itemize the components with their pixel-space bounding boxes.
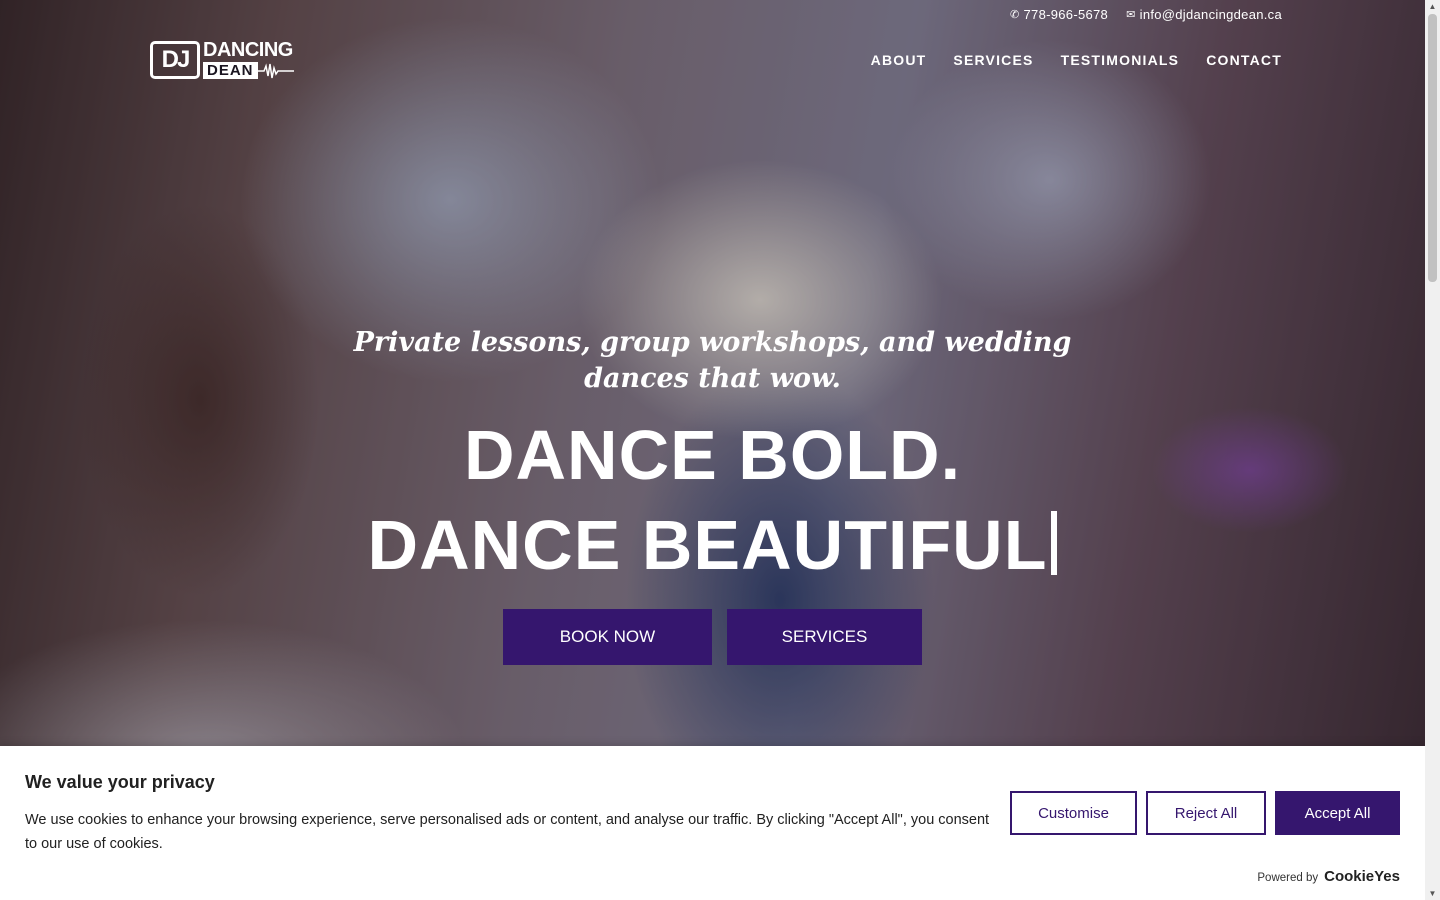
services-button[interactable]: SERVICES xyxy=(727,609,922,665)
cookieyes-logo: CookieYes xyxy=(1324,868,1400,885)
logo-line-2-wrap: DEAN xyxy=(203,62,294,79)
nav-services[interactable]: SERVICES xyxy=(953,52,1033,68)
hero-tagline-wrap: Private lessons, group workshops, and we… xyxy=(0,325,1425,397)
logo-line-2: DEAN xyxy=(203,62,258,79)
email-link[interactable]: ✉ info@djdancingdean.ca xyxy=(1126,7,1282,22)
scroll-up-icon[interactable]: ▲ xyxy=(1428,2,1437,11)
typing-cursor xyxy=(1051,511,1058,575)
headline-line-2-text: DANCE BEAUTIFUL xyxy=(367,506,1048,584)
logo-mark: DJ xyxy=(150,40,200,79)
envelope-icon: ✉ xyxy=(1126,9,1136,21)
headline-line-2: DANCE BEAUTIFUL xyxy=(0,510,1425,580)
logo-wordmark: DANCING DEAN xyxy=(203,40,294,79)
powered-by-label: Powered by xyxy=(1257,872,1319,884)
scroll-thumb[interactable] xyxy=(1428,14,1437,282)
cookie-banner: We value your privacy We use cookies to … xyxy=(0,746,1425,900)
page-scrollbar[interactable]: ▲ ▼ xyxy=(1425,0,1440,900)
nav-contact[interactable]: CONTACT xyxy=(1206,52,1282,68)
logo-line-1: DANCING xyxy=(203,39,293,61)
powered-by[interactable]: Powered by CookieYes xyxy=(1257,868,1400,885)
headline-line-1-text: DANCE BOLD. xyxy=(463,416,962,494)
hero-tagline: Private lessons, group workshops, and we… xyxy=(353,327,1072,394)
contact-bar: ✆ 778-966-5678 ✉ info@djdancingdean.ca xyxy=(1010,7,1282,22)
headline-line-1: DANCE BOLD. xyxy=(0,420,1425,490)
phone-link[interactable]: ✆ 778-966-5678 xyxy=(1010,7,1108,22)
phone-text: 778-966-5678 xyxy=(1023,7,1109,22)
email-text: info@djdancingdean.ca xyxy=(1139,7,1282,22)
reject-all-button[interactable]: Reject All xyxy=(1146,791,1266,835)
cookie-title: We value your privacy xyxy=(25,772,215,792)
customise-button[interactable]: Customise xyxy=(1010,791,1137,835)
soundwave-icon xyxy=(257,62,294,78)
book-now-button[interactable]: BOOK NOW xyxy=(503,609,712,665)
accept-all-button[interactable]: Accept All xyxy=(1275,791,1400,835)
site-logo[interactable]: DJ DANCING DEAN xyxy=(150,40,294,79)
hero-buttons: BOOK NOW SERVICES xyxy=(503,609,922,665)
main-nav: ABOUT SERVICES TESTIMONIALS CONTACT xyxy=(871,52,1282,68)
nav-testimonials[interactable]: TESTIMONIALS xyxy=(1061,52,1180,68)
phone-icon: ✆ xyxy=(1010,9,1020,21)
cookie-actions: Customise Reject All Accept All xyxy=(1010,791,1400,835)
nav-about[interactable]: ABOUT xyxy=(871,52,927,68)
cookie-description: We use cookies to enhance your browsing … xyxy=(25,812,990,852)
scroll-down-icon[interactable]: ▼ xyxy=(1428,889,1437,898)
